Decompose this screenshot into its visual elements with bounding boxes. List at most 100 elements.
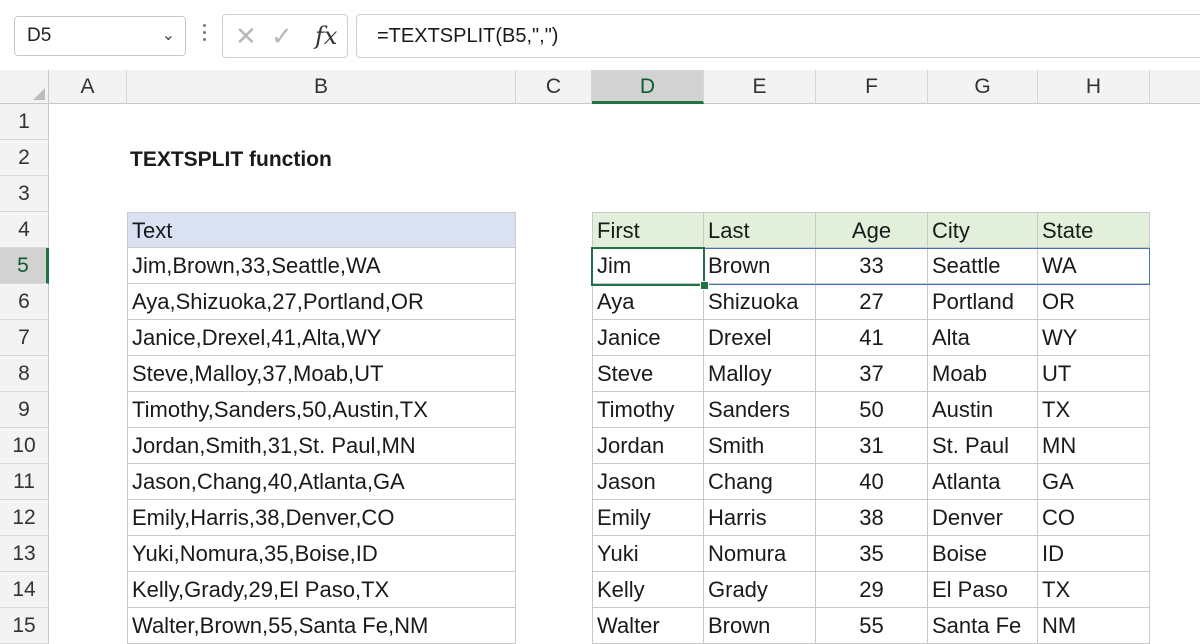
row-header-3[interactable]: 3: [0, 176, 49, 212]
result-cell[interactable]: Timothy: [592, 392, 704, 428]
result-cell[interactable]: Boise: [928, 536, 1038, 572]
result-cell[interactable]: Brown: [704, 248, 816, 284]
row-header-10[interactable]: 10: [0, 428, 49, 464]
row-header-2[interactable]: 2: [0, 140, 49, 176]
row-header-1[interactable]: 1: [0, 104, 49, 140]
source-text-cell[interactable]: Jordan,Smith,31,St. Paul,MN: [127, 428, 516, 464]
result-cell[interactable]: Nomura: [704, 536, 816, 572]
column-header-extra[interactable]: [1150, 70, 1200, 104]
result-cell[interactable]: Emily: [592, 500, 704, 536]
result-cell[interactable]: Aya: [592, 284, 704, 320]
result-cell[interactable]: 50: [816, 392, 928, 428]
source-header-cell[interactable]: Text: [127, 212, 516, 248]
source-text-cell[interactable]: Janice,Drexel,41,Alta,WY: [127, 320, 516, 356]
source-text-cell[interactable]: Yuki,Nomura,35,Boise,ID: [127, 536, 516, 572]
result-cell[interactable]: GA: [1038, 464, 1150, 500]
source-text-cell[interactable]: Kelly,Grady,29,El Paso,TX: [127, 572, 516, 608]
result-cell[interactable]: Portland: [928, 284, 1038, 320]
result-cell[interactable]: Austin: [928, 392, 1038, 428]
source-text-cell[interactable]: Steve,Malloy,37,Moab,UT: [127, 356, 516, 392]
result-cell[interactable]: 41: [816, 320, 928, 356]
result-cell[interactable]: Steve: [592, 356, 704, 392]
source-text-cell[interactable]: Jason,Chang,40,Atlanta,GA: [127, 464, 516, 500]
row-header-12[interactable]: 12: [0, 500, 49, 536]
result-cell[interactable]: MN: [1038, 428, 1150, 464]
close-icon[interactable]: ✕: [235, 21, 257, 51]
more-options-icon[interactable]: [200, 20, 208, 52]
result-cell[interactable]: Smith: [704, 428, 816, 464]
source-text-cell[interactable]: Jim,Brown,33,Seattle,WA: [127, 248, 516, 284]
result-cell[interactable]: Jason: [592, 464, 704, 500]
result-cell[interactable]: Atlanta: [928, 464, 1038, 500]
result-cell[interactable]: 35: [816, 536, 928, 572]
result-cell[interactable]: Harris: [704, 500, 816, 536]
result-cell[interactable]: OR: [1038, 284, 1150, 320]
source-text-cell[interactable]: Emily,Harris,38,Denver,CO: [127, 500, 516, 536]
row-header-11[interactable]: 11: [0, 464, 49, 500]
result-cell[interactable]: Jim: [592, 248, 704, 284]
column-header-b[interactable]: B: [127, 70, 516, 104]
result-cell[interactable]: 29: [816, 572, 928, 608]
row-header-7[interactable]: 7: [0, 320, 49, 356]
result-header-last[interactable]: Last: [704, 212, 816, 248]
source-text-cell[interactable]: Walter,Brown,55,Santa Fe,NM: [127, 608, 516, 644]
result-cell[interactable]: Sanders: [704, 392, 816, 428]
name-box[interactable]: D5 ⌄: [14, 16, 186, 56]
chevron-down-icon[interactable]: ⌄: [162, 17, 175, 55]
row-header-6[interactable]: 6: [0, 284, 49, 320]
result-cell[interactable]: Alta: [928, 320, 1038, 356]
column-header-h[interactable]: H: [1038, 70, 1150, 104]
column-header-g[interactable]: G: [928, 70, 1038, 104]
result-cell[interactable]: Janice: [592, 320, 704, 356]
result-cell[interactable]: 40: [816, 464, 928, 500]
source-text-cell[interactable]: Timothy,Sanders,50,Austin,TX: [127, 392, 516, 428]
source-text-cell[interactable]: Aya,Shizuoka,27,Portland,OR: [127, 284, 516, 320]
result-header-city[interactable]: City: [928, 212, 1038, 248]
result-cell[interactable]: ID: [1038, 536, 1150, 572]
row-header-4[interactable]: 4: [0, 212, 49, 248]
result-cell[interactable]: UT: [1038, 356, 1150, 392]
column-header-d[interactable]: D: [592, 70, 704, 104]
result-cell[interactable]: Seattle: [928, 248, 1038, 284]
result-cell[interactable]: WA: [1038, 248, 1150, 284]
result-cell[interactable]: El Paso: [928, 572, 1038, 608]
column-header-f[interactable]: F: [816, 70, 928, 104]
select-all-button[interactable]: [0, 70, 49, 104]
column-header-e[interactable]: E: [704, 70, 816, 104]
result-cell[interactable]: Grady: [704, 572, 816, 608]
result-header-first[interactable]: First: [592, 212, 704, 248]
result-cell[interactable]: Kelly: [592, 572, 704, 608]
result-cell[interactable]: Santa Fe: [928, 608, 1038, 644]
result-cell[interactable]: Jordan: [592, 428, 704, 464]
result-cell[interactable]: 27: [816, 284, 928, 320]
result-cell[interactable]: 33: [816, 248, 928, 284]
result-cell[interactable]: Shizuoka: [704, 284, 816, 320]
row-header-13[interactable]: 13: [0, 536, 49, 572]
result-cell[interactable]: TX: [1038, 392, 1150, 428]
row-header-14[interactable]: 14: [0, 572, 49, 608]
result-cell[interactable]: Chang: [704, 464, 816, 500]
column-header-c[interactable]: C: [516, 70, 592, 104]
result-cell[interactable]: Walter: [592, 608, 704, 644]
result-cell[interactable]: Malloy: [704, 356, 816, 392]
result-cell[interactable]: 31: [816, 428, 928, 464]
row-header-9[interactable]: 9: [0, 392, 49, 428]
column-header-a[interactable]: A: [49, 70, 127, 104]
row-header-15[interactable]: 15: [0, 608, 49, 644]
result-header-age[interactable]: Age: [816, 212, 928, 248]
insert-function-button[interactable]: fx: [315, 21, 337, 51]
result-cell[interactable]: St. Paul: [928, 428, 1038, 464]
check-icon[interactable]: ✓: [271, 21, 293, 51]
result-cell[interactable]: 55: [816, 608, 928, 644]
result-cell[interactable]: Brown: [704, 608, 816, 644]
result-cell[interactable]: WY: [1038, 320, 1150, 356]
row-header-5[interactable]: 5: [0, 248, 49, 284]
result-cell[interactable]: Moab: [928, 356, 1038, 392]
result-header-state[interactable]: State: [1038, 212, 1150, 248]
fill-handle[interactable]: [700, 281, 709, 290]
result-cell[interactable]: 37: [816, 356, 928, 392]
result-cell[interactable]: NM: [1038, 608, 1150, 644]
result-cell[interactable]: Drexel: [704, 320, 816, 356]
result-cell[interactable]: TX: [1038, 572, 1150, 608]
formula-input[interactable]: =TEXTSPLIT(B5,","): [356, 14, 1200, 58]
